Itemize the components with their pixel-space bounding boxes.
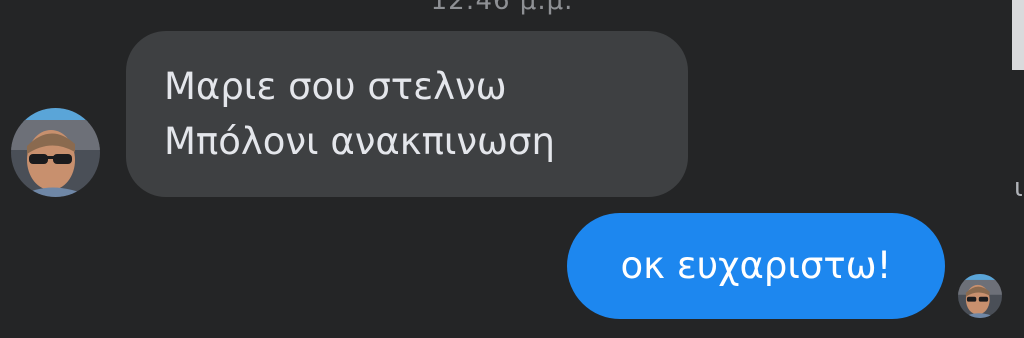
panel-edge-glyph: ι — [1014, 173, 1023, 203]
incoming-message-line: Μπόλονι ανακπινωση — [164, 120, 555, 163]
read-receipt-avatar-icon — [958, 274, 1002, 318]
chat-thread: 12:46 μ.μ. Μαριε σου στελνω Μπόλονι ανακ… — [0, 0, 1024, 338]
read-receipt-avatar — [958, 274, 1002, 318]
outgoing-message-bubble[interactable]: οκ ευχαριστω! — [567, 213, 945, 319]
scrollbar-thumb[interactable] — [1012, 0, 1024, 70]
user-avatar-icon — [11, 108, 100, 197]
incoming-message-line: Μαριε σου στελνω — [164, 65, 507, 108]
message-timestamp: 12:46 μ.μ. — [430, 0, 574, 16]
right-panel-edge: ι — [1012, 0, 1024, 338]
outgoing-message-text: οκ ευχαριστω! — [620, 244, 892, 287]
incoming-message-bubble[interactable]: Μαριε σου στελνω Μπόλονι ανακπινωση — [126, 31, 688, 197]
sender-avatar[interactable] — [11, 108, 100, 197]
